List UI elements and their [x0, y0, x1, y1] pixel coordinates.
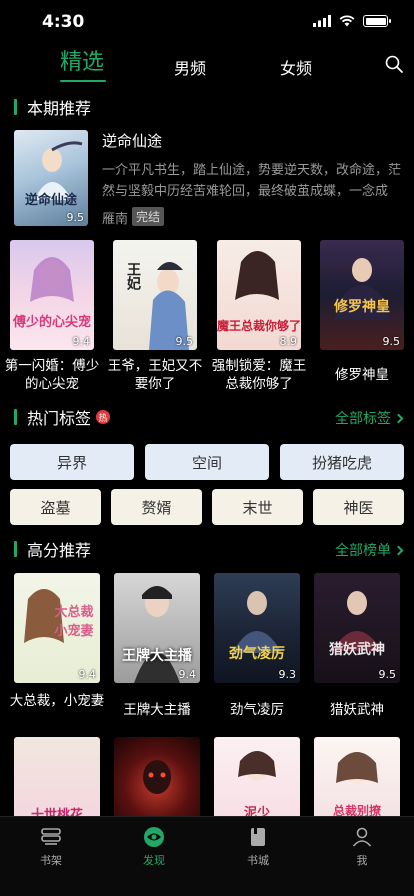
book-cover[interactable]: 王妃 9.5: [113, 240, 197, 350]
tag-button[interactable]: 末世: [212, 489, 303, 525]
book-cover[interactable]: 王牌大主播 9.4: [114, 573, 200, 683]
tab-female[interactable]: 女频: [280, 55, 312, 79]
book-cover[interactable]: 魔王总裁你够了 8.9: [217, 240, 301, 350]
hot-badge-icon: 热: [96, 410, 111, 424]
cover-title: 修罗神皇: [334, 299, 390, 315]
tag-button[interactable]: 空间: [145, 444, 269, 480]
book-title[interactable]: 第一闪婚：傅少的心尖宠: [2, 357, 102, 393]
nav-bookstore[interactable]: 书城: [228, 825, 288, 868]
cover-title: 王牌大主播: [122, 648, 192, 664]
cover-title: 傅少的心尖宠: [12, 315, 91, 330]
nav-discover[interactable]: 发现: [124, 825, 184, 868]
book-score: 9.5: [175, 335, 194, 348]
book-title[interactable]: 强制锁爱：魔王总裁你够了: [209, 357, 309, 393]
user-icon: [352, 827, 372, 847]
all-rankings-link[interactable]: 全部榜单: [335, 540, 404, 560]
cover-title: 王妃: [125, 262, 141, 290]
all-tags-label: 全部标签: [335, 411, 391, 427]
search-icon[interactable]: [384, 54, 404, 74]
book-score: 9.4: [178, 668, 197, 681]
nav-me[interactable]: 我: [332, 825, 392, 868]
cover-title: 魔王总裁你够了: [217, 319, 301, 333]
tag-button[interactable]: 盗墓: [10, 489, 101, 525]
all-rankings-label: 全部榜单: [335, 543, 391, 559]
cellular-signal-icon: [313, 15, 331, 27]
featured-book-description: 一介平凡书生，踏上仙途，势要逆天数，改命途，茫然与坚毅中历经苦难轮回，最终破茧成…: [102, 163, 402, 199]
book-title[interactable]: 劲气凌厉: [207, 701, 307, 719]
eye-icon: [144, 827, 164, 847]
bottom-navigation: 书架 发现 书城 我: [0, 816, 414, 896]
book-icon: [251, 828, 265, 846]
tag-button[interactable]: 异界: [10, 444, 134, 480]
cover-title: 劲气凌厉: [229, 646, 285, 662]
featured-status-badge: 完结: [132, 207, 165, 226]
book-title[interactable]: 王爷，王妃又不要你了: [105, 357, 205, 393]
section-title: 本期推荐: [27, 99, 92, 118]
book-score: 9.4: [78, 668, 97, 681]
book-cover[interactable]: 泥少: [214, 737, 300, 827]
section-hot-tags: 热门标签 热: [14, 406, 111, 428]
wifi-icon: [339, 15, 355, 27]
book-title[interactable]: 修罗神皇: [312, 366, 412, 384]
section-title: 高分推荐: [27, 541, 92, 560]
bookshelf-icon: [41, 828, 61, 845]
nav-label: 发现: [143, 854, 165, 867]
cover-title: 大总裁小宠妻: [54, 605, 94, 639]
book-cover[interactable]: 劲气凌厉 9.3: [214, 573, 300, 683]
book-cover[interactable]: 大总裁小宠妻 9.4: [14, 573, 100, 683]
section-current-recommend: 本期推荐: [14, 96, 91, 118]
book-score: 9.5: [378, 668, 397, 681]
tab-featured[interactable]: 精选: [60, 44, 104, 76]
status-time: 4:30: [42, 12, 85, 32]
book-cover[interactable]: 修罗神皇 9.5: [320, 240, 404, 350]
nav-label: 我: [356, 854, 368, 867]
book-cover[interactable]: 总裁别撩: [314, 737, 400, 827]
book-title[interactable]: 王牌大主播: [107, 701, 207, 719]
book-score: 8.9: [279, 335, 298, 348]
status-bar: 4:30: [0, 0, 414, 44]
chevron-right-icon: [393, 545, 404, 555]
book-cover[interactable]: 十世桃花: [14, 737, 100, 827]
featured-book-author: 雁南: [102, 212, 129, 227]
nav-bookshelf[interactable]: 书架: [21, 825, 81, 868]
book-cover[interactable]: [114, 737, 200, 827]
battery-icon: [363, 15, 391, 27]
tag-button[interactable]: 扮猪吃虎: [280, 444, 404, 480]
book-title[interactable]: 大总裁，小宠妻: [7, 692, 107, 710]
top-tabs: 精选 男频 女频: [0, 46, 414, 86]
book-score: 9.4: [72, 335, 91, 348]
featured-score: 9.5: [66, 211, 85, 224]
nav-label: 书架: [40, 854, 62, 867]
section-high-score: 高分推荐: [14, 538, 91, 560]
tab-underline: [60, 80, 106, 82]
tag-button[interactable]: 赘婿: [111, 489, 202, 525]
book-score: 9.3: [278, 668, 297, 681]
status-icons: [313, 15, 391, 27]
book-score: 9.5: [382, 335, 401, 348]
tab-male[interactable]: 男频: [174, 55, 206, 79]
tag-button[interactable]: 神医: [313, 489, 404, 525]
featured-cover-title: 逆命仙途: [24, 193, 77, 208]
featured-book-cover[interactable]: 逆命仙途 9.5: [14, 130, 88, 226]
section-title: 热门标签: [27, 409, 92, 428]
featured-book-title[interactable]: 逆命仙途: [102, 130, 162, 151]
nav-label: 书城: [247, 854, 269, 867]
book-title[interactable]: 猎妖武神: [307, 701, 407, 719]
cover-title: 猎妖武神: [329, 642, 385, 658]
book-cover[interactable]: 傅少的心尖宠 9.4: [10, 240, 94, 350]
all-tags-link[interactable]: 全部标签: [335, 408, 404, 428]
book-cover[interactable]: 猎妖武神 9.5: [314, 573, 400, 683]
chevron-right-icon: [393, 413, 404, 423]
